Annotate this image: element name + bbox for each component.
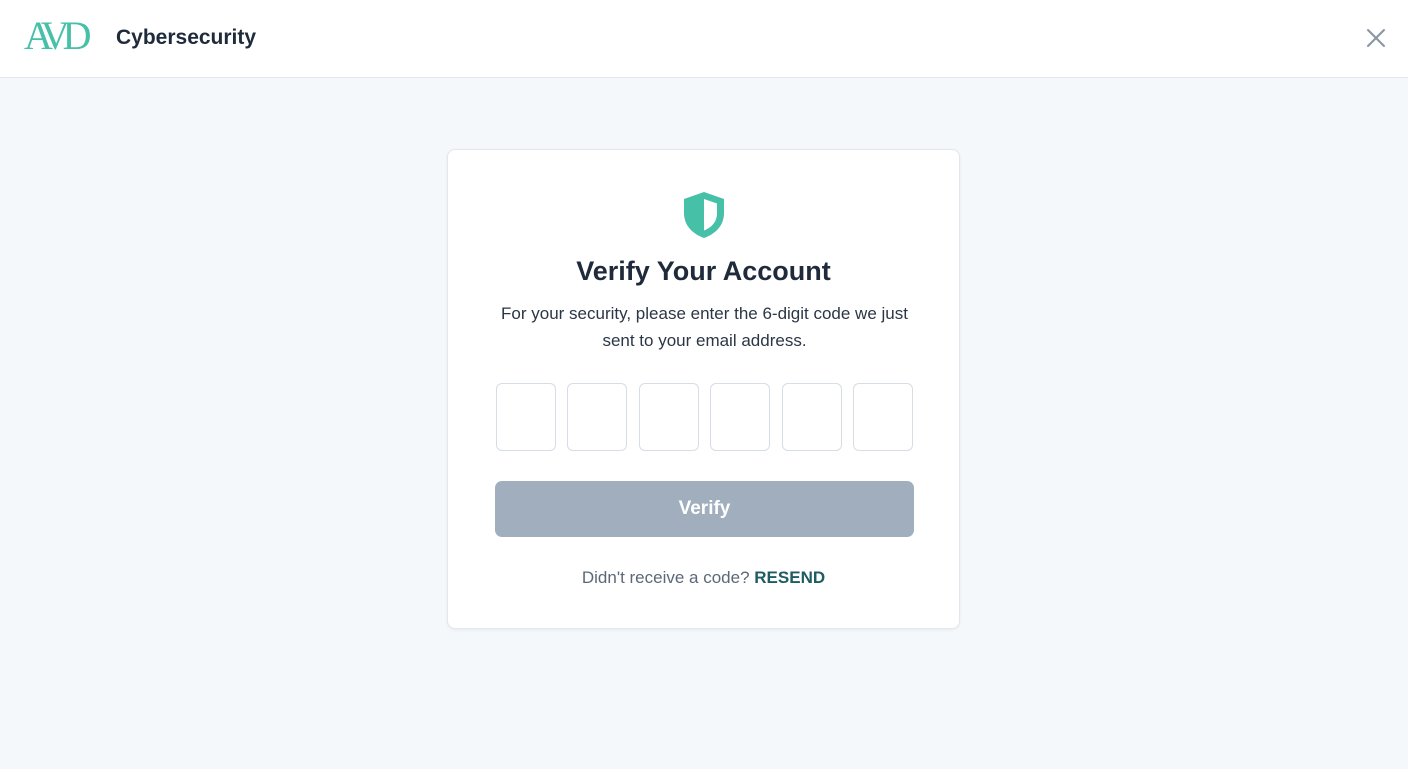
close-icon[interactable] xyxy=(1362,24,1390,52)
resend-prompt: Didn't receive a code? xyxy=(581,568,750,587)
svg-text:AVD: AVD xyxy=(24,16,91,54)
verification-card: Verify Your Account For your security, p… xyxy=(447,149,960,629)
instructions-text: For your security, please enter the 6-di… xyxy=(501,304,908,350)
code-digit-6[interactable] xyxy=(852,383,913,451)
page-title: Verify Your Account xyxy=(576,256,831,286)
code-digit-5[interactable] xyxy=(781,383,842,451)
shield-icon xyxy=(684,192,724,238)
top-bar: AVD Cybersecurity xyxy=(0,0,1408,78)
resend-row: Didn't receive a code? RESEND xyxy=(448,568,959,588)
code-digit-4[interactable] xyxy=(710,383,771,451)
code-input-group xyxy=(496,383,913,451)
code-digit-2[interactable] xyxy=(567,383,628,451)
code-digit-3[interactable] xyxy=(638,383,699,451)
code-digit-1[interactable] xyxy=(496,383,556,451)
resend-link[interactable]: RESEND xyxy=(754,568,825,587)
company-logo: AVD xyxy=(24,16,98,54)
brand-name: Cybersecurity xyxy=(116,26,257,49)
verify-button[interactable]: Verify xyxy=(495,481,914,537)
